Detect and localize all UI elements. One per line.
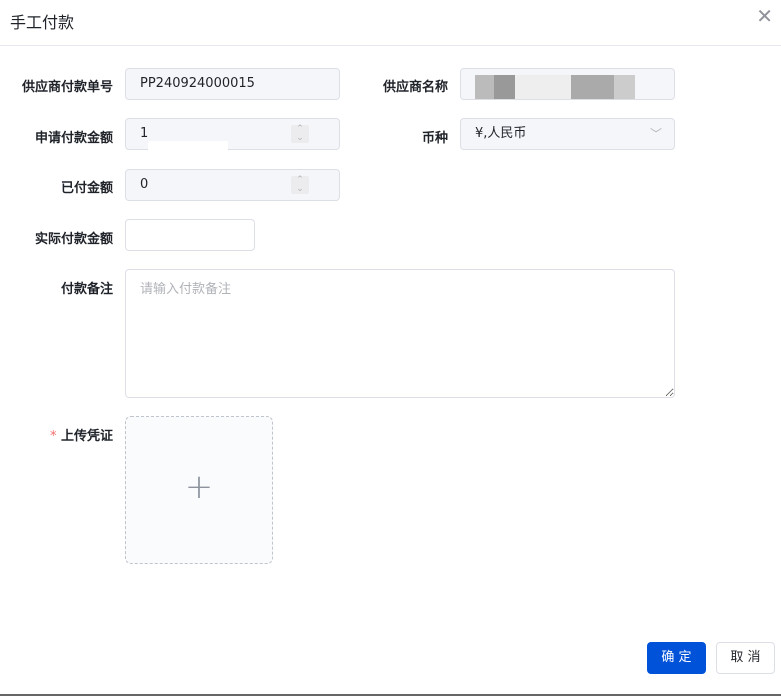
close-icon[interactable]: ✕ <box>756 4 773 28</box>
payment-no-label: 供应商付款单号 <box>21 80 113 95</box>
actual-amount-input[interactable] <box>125 219 255 251</box>
required-mark: * <box>49 429 57 444</box>
voucher-label: * 上传凭证 <box>10 425 113 444</box>
requested-amount-input[interactable]: 1 ⌃ ⌄ <box>125 118 340 153</box>
dialog-header: 手工付款 ✕ <box>0 0 781 46</box>
confirm-button[interactable]: 确 定 <box>647 642 706 674</box>
upload-voucher-button[interactable]: + <box>125 416 273 564</box>
stepper-icon[interactable]: ⌃ ⌄ <box>291 176 309 194</box>
paid-amount-input[interactable]: 0 ⌃ ⌄ <box>125 169 340 201</box>
supplier-name-label: 供应商名称 <box>382 80 448 95</box>
payment-no-field[interactable]: PP240924000015 <box>125 68 340 100</box>
requested-amount-label: 申请付款金额 <box>34 131 113 146</box>
voucher-label-text: 上传凭证 <box>60 429 113 444</box>
remark-textarea[interactable] <box>125 269 675 398</box>
currency-value: ¥,人民币 <box>475 126 527 141</box>
actual-amount-label: 实际付款金额 <box>34 232 113 247</box>
currency-select[interactable]: ¥,人民币 ﹀ <box>460 118 675 150</box>
redacted-supplier-name <box>475 75 635 99</box>
paid-amount-value: 0 <box>140 177 149 192</box>
payment-no-value: PP240924000015 <box>140 76 255 91</box>
remark-label: 付款备注 <box>60 282 113 297</box>
redaction <box>148 141 228 153</box>
requested-amount-value: 1 <box>140 126 149 141</box>
dialog-title: 手工付款 <box>10 13 75 32</box>
cancel-button[interactable]: 取 消 <box>716 642 775 674</box>
stepper-icon[interactable]: ⌃ ⌄ <box>291 125 309 143</box>
currency-label: 币种 <box>421 131 448 146</box>
paid-amount-label: 已付金额 <box>60 181 113 196</box>
supplier-name-field[interactable] <box>460 68 675 100</box>
plus-icon: + <box>184 467 214 507</box>
chevron-down-icon: ﹀ <box>649 127 662 141</box>
